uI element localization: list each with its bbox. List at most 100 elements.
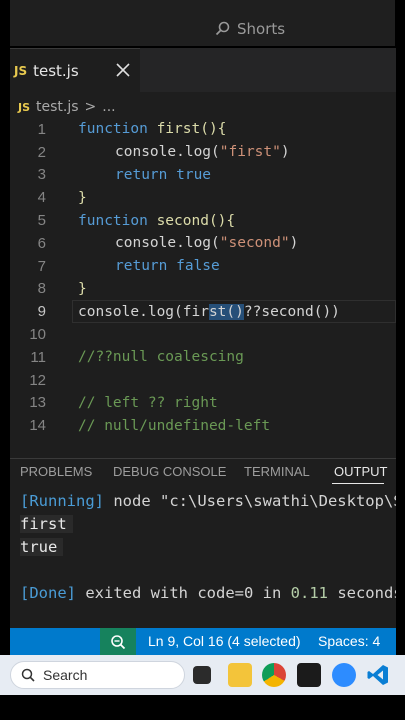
code-line: 8 } — [10, 278, 396, 301]
code-text: false — [167, 258, 220, 275]
search-icon — [21, 668, 35, 682]
keyword: function — [78, 212, 148, 229]
code-text: ) — [280, 144, 290, 161]
line-number: 6 — [37, 234, 46, 252]
line-number: 11 — [30, 348, 46, 366]
output-line: first — [20, 515, 73, 533]
panel-tabs: PROBLEMS DEBUG CONSOLE TERMINAL OUTPUT — [10, 459, 396, 485]
code-line: 2 console.log("first") — [10, 141, 396, 164]
video-overlay-top: Shorts — [0, 0, 405, 48]
done-text: exited with — [76, 584, 198, 602]
string-literal: "second" — [219, 235, 290, 252]
code-text: second(){ — [147, 212, 236, 229]
js-file-icon: JS — [14, 63, 28, 78]
line-number: 10 — [29, 326, 46, 344]
breadcrumb-separator: > — [84, 99, 97, 115]
line-number: 7 — [37, 257, 46, 275]
done-tag: [Done] — [20, 584, 76, 602]
zoom-status-item[interactable] — [100, 628, 136, 655]
line-number: 9 — [37, 303, 46, 321]
line-number: 12 — [29, 371, 46, 389]
running-tag: [Running] — [20, 492, 104, 510]
line-number: 3 — [37, 166, 46, 184]
code-line: 7 return false — [10, 255, 396, 278]
code-line: 14 // null/undefined-left — [10, 414, 396, 437]
tab-debug-console[interactable]: DEBUG CONSOLE — [113, 464, 226, 479]
comment: // left ?? right — [78, 394, 218, 411]
search-placeholder: Search — [43, 667, 88, 683]
zoom-icon[interactable] — [332, 663, 356, 687]
magnifier-icon — [111, 634, 126, 649]
vscode-window: JS test.js JS test.js > ... 1 function f… — [10, 48, 396, 655]
output-line: [Running] node "c:\Users\swathi\Desktop\… — [20, 492, 396, 510]
breadcrumb-ellipsis[interactable]: ... — [102, 99, 115, 115]
close-icon[interactable] — [114, 61, 132, 79]
code-line: 5 function second(){ — [10, 209, 396, 232]
in-text: in — [253, 584, 291, 602]
output-line: [Done] exited with code=0 in 0.11 second… — [20, 584, 396, 602]
comment: //??null coalescing — [78, 349, 244, 366]
output-line: true — [20, 538, 64, 556]
video-overlay-bottom — [0, 695, 405, 720]
code-text: ) — [289, 235, 299, 252]
string-literal: "first" — [219, 144, 281, 161]
vscode-icon[interactable] — [366, 663, 390, 687]
breadcrumb-file[interactable]: test.js — [36, 99, 79, 115]
code-text: } — [78, 189, 87, 206]
output-first: first — [20, 515, 73, 533]
taskbar-search[interactable]: Search — [10, 661, 185, 689]
code-text: r — [200, 303, 209, 320]
code-line: 6 console.log("second") — [10, 232, 396, 255]
shorts-strip: Shorts — [10, 0, 395, 46]
line-number: 5 — [37, 212, 46, 230]
code-text: console.log( — [115, 144, 220, 161]
line-number: 14 — [29, 417, 46, 435]
line-number: 8 — [37, 280, 46, 298]
code-text: ??second()) — [243, 303, 340, 320]
media-app-icon[interactable] — [297, 663, 321, 687]
code-text: first(){ — [147, 121, 227, 138]
code-line: 4 } — [10, 186, 396, 209]
tab-test-js[interactable]: JS test.js — [10, 48, 140, 92]
selected-text[interactable]: st() — [208, 303, 244, 320]
editor-tabs: JS test.js — [10, 48, 396, 92]
indentation-status[interactable]: Spaces: 4 — [318, 633, 380, 649]
code-line: 11 //??null coalescing — [10, 346, 396, 369]
status-bar: Ln 9, Col 16 (4 selected) Spaces: 4 — [10, 628, 396, 655]
active-tab-indicator — [332, 483, 384, 484]
line-number: 4 — [37, 189, 46, 207]
code-line: 10 — [10, 323, 396, 346]
line-number: 2 — [37, 143, 46, 161]
task-view-icon[interactable] — [193, 666, 211, 684]
keyword: return — [115, 166, 168, 183]
exit-code: code=0 — [197, 584, 254, 602]
line-number: 1 — [37, 120, 46, 138]
code-line: 1 function first(){ — [10, 118, 396, 141]
keyword: return — [115, 258, 168, 275]
tab-terminal[interactable]: TERMINAL — [244, 464, 310, 479]
chrome-icon[interactable] — [262, 663, 286, 687]
code-line: 12 — [10, 369, 396, 392]
cursor-position[interactable]: Ln 9, Col 16 (4 selected) — [148, 633, 301, 649]
code-text: console.log(fi — [78, 303, 201, 320]
code-editor[interactable]: 1 function first(){ 2 console.log("first… — [10, 118, 396, 440]
tab-filename: test.js — [33, 61, 79, 80]
comment: // null/undefined-left — [78, 417, 271, 434]
shorts-label[interactable]: Shorts — [215, 20, 285, 38]
code-line: 13 // left ?? right — [10, 392, 396, 415]
code-text: true — [167, 166, 212, 183]
js-file-icon: JS — [18, 100, 31, 114]
seconds-label: seconds — [327, 584, 396, 602]
output-true: true — [20, 538, 64, 556]
code-line-active: 9 console.log(first()??second()) — [10, 300, 396, 323]
running-command: node "c:\Users\swathi\Desktop\S — [104, 492, 396, 510]
bottom-panel: PROBLEMS DEBUG CONSOLE TERMINAL OUTPUT [… — [10, 458, 396, 628]
keyword: function — [78, 121, 148, 138]
search-icon — [215, 21, 230, 36]
duration-value: 0.11 — [290, 584, 328, 602]
file-explorer-icon[interactable] — [228, 663, 252, 687]
line-number: 13 — [29, 394, 46, 412]
code-line: 3 return true — [10, 164, 396, 187]
tab-output[interactable]: OUTPUT — [334, 464, 387, 479]
tab-problems[interactable]: PROBLEMS — [20, 464, 92, 479]
